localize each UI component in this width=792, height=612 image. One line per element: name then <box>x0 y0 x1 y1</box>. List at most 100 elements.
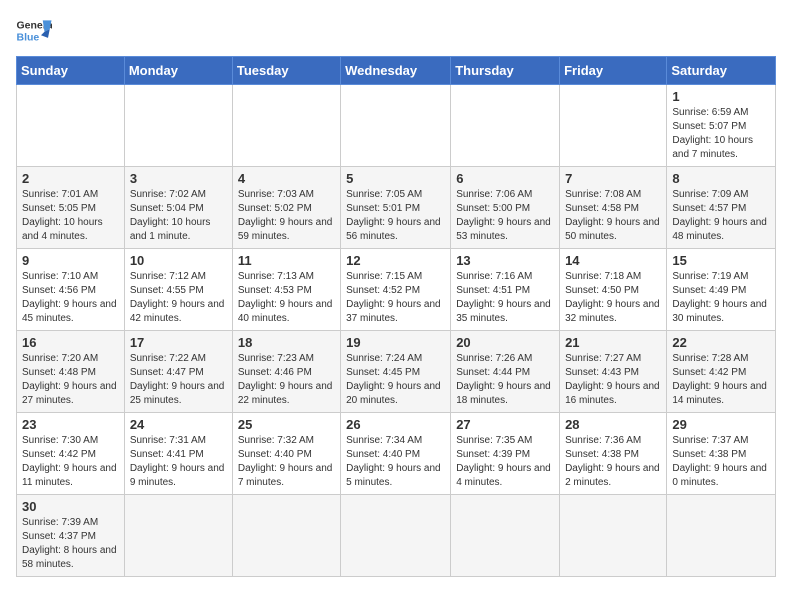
calendar-week-5: 30 Sunrise: 7:39 AM Sunset: 4:37 PM Dayli… <box>17 495 776 577</box>
day-info: Sunrise: 7:24 AM Sunset: 4:45 PM Dayligh… <box>346 352 445 408</box>
weekday-header-thursday: Thursday <box>451 57 560 85</box>
calendar-cell: 14 Sunrise: 7:18 AM Sunset: 4:50 PM Dayli… <box>560 249 667 331</box>
logo: General Blue <box>16 16 56 44</box>
calendar-week-2: 9 Sunrise: 7:10 AM Sunset: 4:56 PM Daylig… <box>17 249 776 331</box>
calendar-cell: 29 Sunrise: 7:37 AM Sunset: 4:38 PM Dayli… <box>667 413 776 495</box>
weekday-header-saturday: Saturday <box>667 57 776 85</box>
calendar-week-3: 16Sunrise: 7:20 AM Sunset: 4:48 PM Dayli… <box>17 331 776 413</box>
calendar-cell: 16Sunrise: 7:20 AM Sunset: 4:48 PM Dayli… <box>17 331 125 413</box>
day-info: Sunrise: 7:30 AM Sunset: 4:42 PM Dayligh… <box>22 434 119 490</box>
day-info: Sunrise: 7:19 AM Sunset: 4:49 PM Dayligh… <box>672 270 770 326</box>
day-info: Sunrise: 7:06 AM Sunset: 5:00 PM Dayligh… <box>456 188 554 244</box>
calendar-table: SundayMondayTuesdayWednesdayThursdayFrid… <box>16 56 776 577</box>
calendar-cell: 25 Sunrise: 7:32 AM Sunset: 4:40 PM Dayli… <box>232 413 340 495</box>
day-info: Sunrise: 7:22 AM Sunset: 4:47 PM Dayligh… <box>130 352 227 408</box>
day-info: Sunrise: 7:23 AM Sunset: 4:46 PM Dayligh… <box>238 352 335 408</box>
calendar-cell <box>667 495 776 577</box>
day-number: 12 <box>346 253 445 268</box>
day-info: Sunrise: 7:05 AM Sunset: 5:01 PM Dayligh… <box>346 188 445 244</box>
day-number: 13 <box>456 253 554 268</box>
day-number: 30 <box>22 499 119 514</box>
weekday-header-wednesday: Wednesday <box>341 57 451 85</box>
calendar-cell <box>124 85 232 167</box>
calendar-cell <box>451 85 560 167</box>
day-info: Sunrise: 7:36 AM Sunset: 4:38 PM Dayligh… <box>565 434 661 490</box>
calendar-cell <box>560 85 667 167</box>
calendar-cell: 6 Sunrise: 7:06 AM Sunset: 5:00 PM Daylig… <box>451 167 560 249</box>
day-number: 29 <box>672 417 770 432</box>
calendar-cell: 27 Sunrise: 7:35 AM Sunset: 4:39 PM Dayli… <box>451 413 560 495</box>
day-info: Sunrise: 7:13 AM Sunset: 4:53 PM Dayligh… <box>238 270 335 326</box>
day-number: 9 <box>22 253 119 268</box>
calendar-cell <box>560 495 667 577</box>
day-number: 17 <box>130 335 227 350</box>
calendar-cell <box>341 495 451 577</box>
calendar-week-1: 2Sunrise: 7:01 AM Sunset: 5:05 PM Daylig… <box>17 167 776 249</box>
day-number: 27 <box>456 417 554 432</box>
day-number: 14 <box>565 253 661 268</box>
calendar-cell: 11 Sunrise: 7:13 AM Sunset: 4:53 PM Dayli… <box>232 249 340 331</box>
day-info: Sunrise: 7:02 AM Sunset: 5:04 PM Dayligh… <box>130 188 227 244</box>
day-number: 1 <box>672 89 770 104</box>
day-info: Sunrise: 7:03 AM Sunset: 5:02 PM Dayligh… <box>238 188 335 244</box>
calendar-cell: 8Sunrise: 7:09 AM Sunset: 4:57 PM Daylig… <box>667 167 776 249</box>
calendar-cell <box>232 495 340 577</box>
day-number: 3 <box>130 171 227 186</box>
calendar-cell: 12 Sunrise: 7:15 AM Sunset: 4:52 PM Dayli… <box>341 249 451 331</box>
day-number: 11 <box>238 253 335 268</box>
day-info: Sunrise: 7:32 AM Sunset: 4:40 PM Dayligh… <box>238 434 335 490</box>
weekday-header-row: SundayMondayTuesdayWednesdayThursdayFrid… <box>17 57 776 85</box>
calendar-cell: 2Sunrise: 7:01 AM Sunset: 5:05 PM Daylig… <box>17 167 125 249</box>
day-info: Sunrise: 7:08 AM Sunset: 4:58 PM Dayligh… <box>565 188 661 244</box>
day-info: Sunrise: 7:28 AM Sunset: 4:42 PM Dayligh… <box>672 352 770 408</box>
day-info: Sunrise: 7:18 AM Sunset: 4:50 PM Dayligh… <box>565 270 661 326</box>
day-number: 22 <box>672 335 770 350</box>
weekday-header-sunday: Sunday <box>17 57 125 85</box>
day-number: 19 <box>346 335 445 350</box>
day-info: Sunrise: 6:59 AM Sunset: 5:07 PM Dayligh… <box>672 106 770 162</box>
day-info: Sunrise: 7:35 AM Sunset: 4:39 PM Dayligh… <box>456 434 554 490</box>
day-number: 6 <box>456 171 554 186</box>
day-info: Sunrise: 7:37 AM Sunset: 4:38 PM Dayligh… <box>672 434 770 490</box>
day-number: 16 <box>22 335 119 350</box>
day-number: 10 <box>130 253 227 268</box>
day-info: Sunrise: 7:39 AM Sunset: 4:37 PM Dayligh… <box>22 516 119 572</box>
calendar-cell: 13Sunrise: 7:16 AM Sunset: 4:51 PM Dayli… <box>451 249 560 331</box>
day-number: 20 <box>456 335 554 350</box>
calendar-cell: 28Sunrise: 7:36 AM Sunset: 4:38 PM Dayli… <box>560 413 667 495</box>
calendar-cell: 23 Sunrise: 7:30 AM Sunset: 4:42 PM Dayli… <box>17 413 125 495</box>
svg-text:Blue: Blue <box>17 32 40 44</box>
day-info: Sunrise: 7:09 AM Sunset: 4:57 PM Dayligh… <box>672 188 770 244</box>
day-info: Sunrise: 7:12 AM Sunset: 4:55 PM Dayligh… <box>130 270 227 326</box>
calendar-week-0: 1 Sunrise: 6:59 AM Sunset: 5:07 PM Daylig… <box>17 85 776 167</box>
calendar-cell: 30 Sunrise: 7:39 AM Sunset: 4:37 PM Dayli… <box>17 495 125 577</box>
weekday-header-tuesday: Tuesday <box>232 57 340 85</box>
calendar-cell: 9 Sunrise: 7:10 AM Sunset: 4:56 PM Daylig… <box>17 249 125 331</box>
day-number: 23 <box>22 417 119 432</box>
day-number: 15 <box>672 253 770 268</box>
page-header: General Blue <box>16 16 776 44</box>
calendar-cell: 24Sunrise: 7:31 AM Sunset: 4:41 PM Dayli… <box>124 413 232 495</box>
calendar-cell: 22 Sunrise: 7:28 AM Sunset: 4:42 PM Dayli… <box>667 331 776 413</box>
calendar-cell: 21Sunrise: 7:27 AM Sunset: 4:43 PM Dayli… <box>560 331 667 413</box>
day-info: Sunrise: 7:34 AM Sunset: 4:40 PM Dayligh… <box>346 434 445 490</box>
day-info: Sunrise: 7:15 AM Sunset: 4:52 PM Dayligh… <box>346 270 445 326</box>
day-number: 21 <box>565 335 661 350</box>
calendar-cell <box>451 495 560 577</box>
calendar-cell: 3 Sunrise: 7:02 AM Sunset: 5:04 PM Daylig… <box>124 167 232 249</box>
day-info: Sunrise: 7:10 AM Sunset: 4:56 PM Dayligh… <box>22 270 119 326</box>
day-number: 18 <box>238 335 335 350</box>
day-info: Sunrise: 7:26 AM Sunset: 4:44 PM Dayligh… <box>456 352 554 408</box>
calendar-cell <box>341 85 451 167</box>
day-number: 7 <box>565 171 661 186</box>
logo-icon: General Blue <box>16 16 52 44</box>
calendar-cell: 17 Sunrise: 7:22 AM Sunset: 4:47 PM Dayli… <box>124 331 232 413</box>
calendar-cell <box>124 495 232 577</box>
day-number: 26 <box>346 417 445 432</box>
calendar-cell: 18 Sunrise: 7:23 AM Sunset: 4:46 PM Dayli… <box>232 331 340 413</box>
calendar-cell <box>17 85 125 167</box>
calendar-cell: 20 Sunrise: 7:26 AM Sunset: 4:44 PM Dayli… <box>451 331 560 413</box>
day-number: 4 <box>238 171 335 186</box>
day-number: 25 <box>238 417 335 432</box>
calendar-cell <box>232 85 340 167</box>
